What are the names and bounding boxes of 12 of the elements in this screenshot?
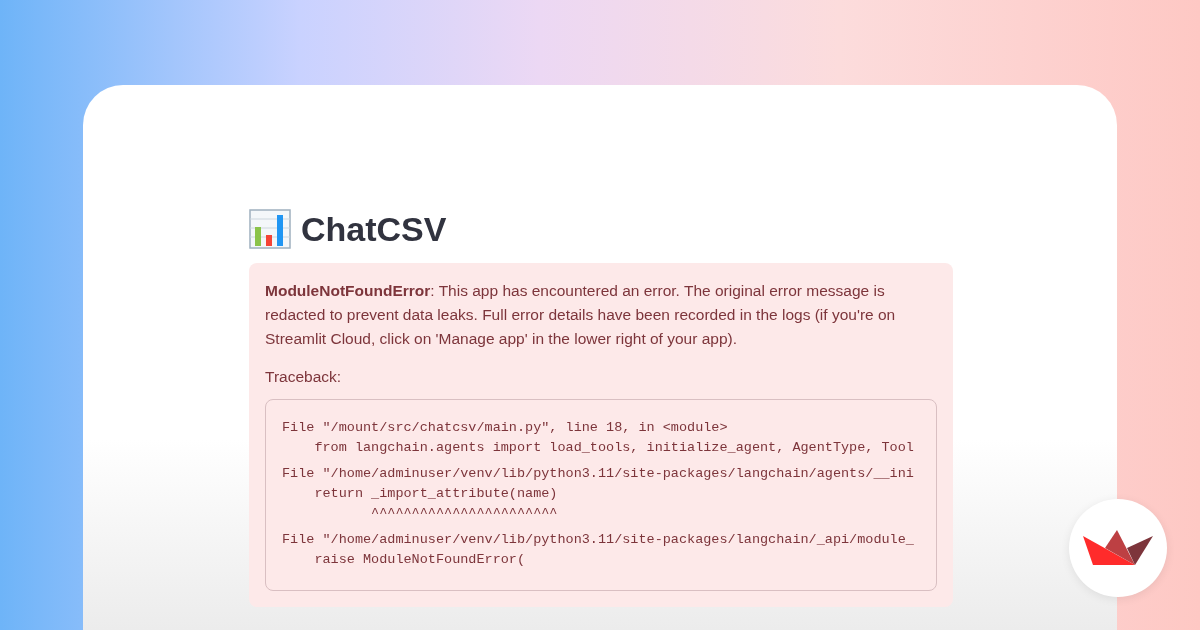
- code-line: File "/mount/src/chatcsv/main.py", line 18, in <module>: [282, 419, 728, 437]
- code-line: File "/home/adminuser/venv/lib/python3.11/site-packages/langchain/_api/module_: [282, 531, 914, 549]
- code-line: from langchain.agents import load_tools, initialize_agent, AgentType, Tool: [313, 439, 914, 457]
- app-title: ChatCSV: [301, 209, 447, 249]
- error-message: ModuleNotFoundError: This app has encountered an error. The original error message is redacted to prevent data leaks. Full error details have been recorded in the logs (if you're on Streamlit Cloud, click on 'Manage app' in the lower right of your app).: [265, 281, 897, 349]
- traceback-label: Traceback:: [265, 367, 343, 387]
- boat-logo-icon: [1083, 530, 1153, 566]
- code-line: return _import_attribute(name): [313, 485, 558, 503]
- bar-chart-icon: [249, 209, 291, 249]
- code-line: ^^^^^^^^^^^^^^^^^^^^^^^: [370, 505, 558, 523]
- code-line: raise ModuleNotFoundError(: [313, 551, 526, 569]
- code-line: File "/home/adminuser/venv/lib/python3.11/site-packages/langchain/agents/__ini: [282, 465, 914, 483]
